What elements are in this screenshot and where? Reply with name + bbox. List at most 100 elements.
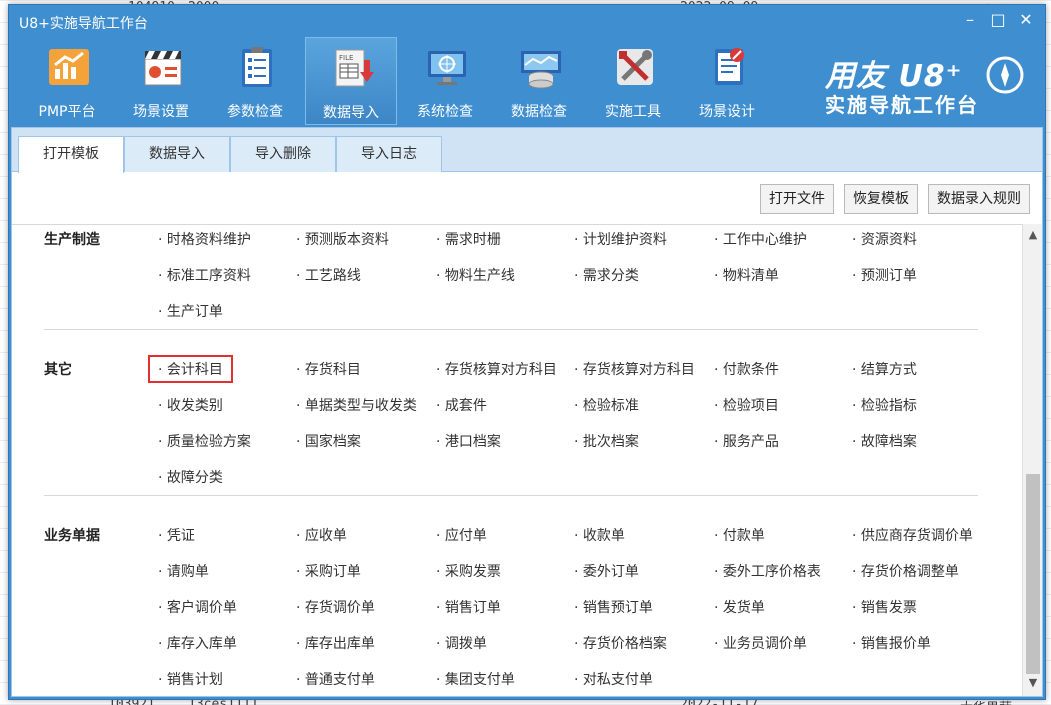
template-link[interactable]: 时格资料维护 (158, 229, 251, 249)
template-link[interactable]: 存货价格档案 (574, 633, 667, 653)
section-title: 其它 (44, 362, 72, 378)
template-link[interactable]: 业务员调价单 (714, 633, 807, 653)
template-link[interactable]: 物料清单 (714, 265, 779, 285)
template-link[interactable]: 销售预订单 (574, 597, 653, 617)
data-entry-rules-button[interactable]: 数据录入规则 (928, 184, 1030, 214)
template-link[interactable]: 存货价格调整单 (852, 561, 959, 581)
monitor-icon (428, 51, 466, 85)
template-link[interactable]: 预测版本资料 (296, 229, 389, 249)
template-link[interactable]: 集团支付单 (436, 669, 515, 689)
template-link[interactable]: 采购发票 (436, 561, 501, 581)
template-link[interactable]: 需求时栅 (436, 229, 501, 249)
window-title: U8+实施导航工作台 (19, 16, 148, 32)
compass-icon (986, 56, 1024, 94)
tab-data-import[interactable]: 数据导入 (124, 136, 230, 172)
template-link[interactable]: 检验标准 (574, 395, 639, 415)
open-file-button[interactable]: 打开文件 (760, 184, 834, 214)
template-link[interactable]: 检验项目 (714, 395, 779, 415)
template-link[interactable]: 客户调价单 (158, 597, 237, 617)
tools-icon (617, 49, 653, 85)
tool-impl-tools[interactable]: 实施工具 (587, 37, 679, 125)
template-link[interactable]: 结算方式 (852, 359, 917, 379)
template-link[interactable]: 请购单 (158, 561, 209, 581)
template-link[interactable]: 物料生产线 (436, 265, 515, 285)
template-link[interactable]: 计划维护资料 (574, 229, 667, 249)
template-link[interactable]: 凭证 (158, 525, 195, 545)
tab-import-delete[interactable]: 导入删除 (230, 136, 336, 172)
template-link[interactable]: 质量检验方案 (158, 431, 251, 451)
tab-open-template[interactable]: 打开模板 (18, 136, 124, 173)
template-link[interactable]: 委外订单 (574, 561, 639, 581)
template-link-accounting-subject[interactable]: 会计科目 (148, 355, 233, 383)
template-link[interactable]: 委外工序价格表 (714, 561, 821, 581)
template-link[interactable]: 资源资料 (852, 229, 917, 249)
template-link[interactable]: 应收单 (296, 525, 347, 545)
template-link[interactable]: 检验指标 (852, 395, 917, 415)
tool-param-check[interactable]: 参数检查 (209, 37, 301, 125)
template-link[interactable]: 存货核算对方科目 (436, 359, 557, 379)
checklist-icon (242, 47, 272, 87)
svg-text:FILE: FILE (339, 54, 353, 62)
minimize-button[interactable]: – (959, 9, 981, 31)
template-link[interactable]: 需求分类 (574, 265, 639, 285)
template-link[interactable]: 应付单 (436, 525, 487, 545)
template-link[interactable]: 调拨单 (436, 633, 487, 653)
close-button[interactable]: ✕ (1015, 9, 1037, 31)
template-link[interactable]: 标准工序资料 (158, 265, 251, 285)
template-link[interactable]: 付款条件 (714, 359, 779, 379)
tool-pmp[interactable]: PMP平台 (21, 37, 113, 125)
template-link[interactable]: 采购订单 (296, 561, 361, 581)
template-link[interactable]: 存货科目 (296, 359, 361, 379)
template-link[interactable]: 收发类别 (158, 395, 223, 415)
template-link[interactable]: 库存出库单 (296, 633, 375, 653)
vertical-scrollbar[interactable]: ▲ ▼ (1022, 224, 1042, 696)
tool-data-import[interactable]: FILE 数据导入 (305, 37, 397, 125)
restore-template-button[interactable]: 恢复模板 (844, 184, 918, 214)
tool-data-check[interactable]: 数据检查 (493, 37, 585, 125)
template-link[interactable]: 单据类型与收发类 (296, 395, 417, 415)
tab-import-log[interactable]: 导入日志 (336, 136, 442, 172)
template-link[interactable]: 销售发票 (852, 597, 917, 617)
section-divider (44, 495, 978, 496)
main-toolbar: PMP平台 场景设置 参数检查 FILE 数据导入 系统检查 数据检查 实施工具… (9, 37, 1045, 127)
brand-logo: 用友 U8⁺ 实施导航工作台 (825, 51, 1025, 117)
tool-scene-design[interactable]: 场景设计 (681, 37, 773, 125)
tool-label: 数据检查 (511, 104, 567, 120)
maximize-button[interactable]: □ (987, 9, 1009, 31)
template-link[interactable]: 销售计划 (158, 669, 223, 689)
template-link[interactable]: 服务产品 (714, 431, 779, 451)
template-link[interactable]: 收款单 (574, 525, 625, 545)
template-link[interactable]: 成套件 (436, 395, 487, 415)
design-icon (715, 48, 744, 85)
template-link[interactable]: 销售订单 (436, 597, 501, 617)
title-bar[interactable]: U8+实施导航工作台 – □ ✕ (9, 5, 1045, 37)
scroll-down-arrow-icon[interactable]: ▼ (1023, 676, 1043, 692)
template-link[interactable]: 对私支付单 (574, 669, 653, 689)
template-link[interactable]: 工艺路线 (296, 265, 361, 285)
tool-system-check[interactable]: 系统检查 (399, 37, 491, 125)
template-link[interactable]: 故障分类 (158, 467, 223, 487)
template-link[interactable]: 库存入库单 (158, 633, 237, 653)
template-link[interactable]: 存货调价单 (296, 597, 375, 617)
template-link[interactable]: 批次档案 (574, 431, 639, 451)
template-link[interactable]: 普通支付单 (296, 669, 375, 689)
template-link[interactable]: 发货单 (714, 597, 765, 617)
tool-scene-settings[interactable]: 场景设置 (115, 37, 207, 125)
template-link[interactable]: 港口档案 (436, 431, 501, 451)
template-link[interactable]: 销售报价单 (852, 633, 931, 653)
template-link[interactable]: 付款单 (714, 525, 765, 545)
section-title: 生产制造 (44, 232, 100, 248)
template-link[interactable]: 生产订单 (158, 301, 223, 321)
main-content: 打开模板 数据导入 导入删除 导入日志 打开文件 恢复模板 数据录入规则 生产制… (11, 127, 1043, 697)
template-link[interactable]: 预测订单 (852, 265, 917, 285)
scroll-up-arrow-icon[interactable]: ▲ (1023, 228, 1043, 244)
template-link[interactable]: 国家档案 (296, 431, 361, 451)
template-link[interactable]: 存货核算对方科目 (574, 359, 695, 379)
brand-line2: 实施导航工作台 (825, 93, 979, 117)
template-link[interactable]: 供应商存货调价单 (852, 525, 973, 545)
scroll-thumb[interactable] (1026, 474, 1040, 674)
action-buttons: 打开文件 恢复模板 数据录入规则 (760, 184, 1030, 214)
section-title: 业务单据 (44, 528, 100, 544)
template-link[interactable]: 工作中心维护 (714, 229, 807, 249)
template-link[interactable]: 故障档案 (852, 431, 917, 451)
